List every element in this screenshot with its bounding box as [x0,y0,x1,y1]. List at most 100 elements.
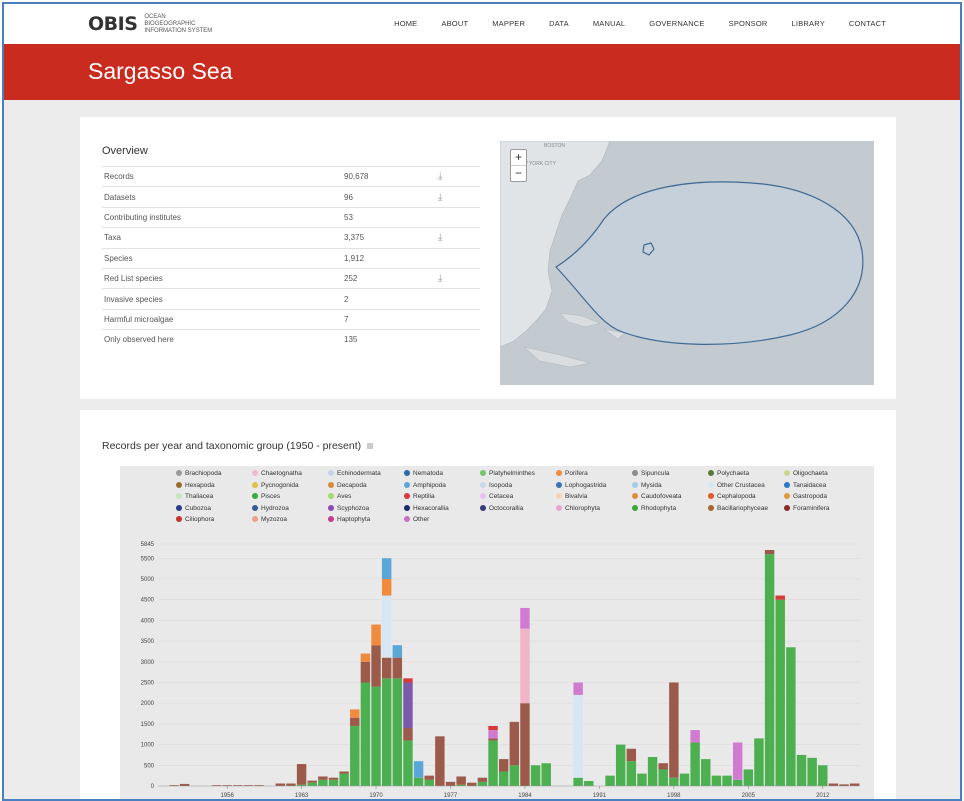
empty-cell [436,329,480,350]
legend-label: Reptilia [413,493,435,500]
legend-item[interactable]: Decapoda [328,481,367,489]
legend-item[interactable]: Rhodophyta [632,504,677,512]
legend-label: Decapoda [337,481,367,489]
legend-item[interactable]: Octocorallia [480,504,523,512]
nav-library[interactable]: LIBRARY [792,19,825,28]
legend-item[interactable]: Amphipoda [404,481,446,489]
legend-item[interactable]: Other Crustacea [708,481,765,489]
nav-about[interactable]: ABOUT [441,19,468,28]
nav-data[interactable]: DATA [549,19,569,28]
legend-item[interactable]: Foraminifera [784,504,829,512]
legend-item[interactable]: Bacillariophyceae [708,504,768,512]
obis-logo[interactable]: OBIS Ocean Biogeographic Information Sys… [88,13,214,35]
legend-item[interactable]: Tanaidacea [784,481,826,489]
legend-item[interactable]: Bivalvia [556,493,587,500]
legend-item[interactable]: Porifera [556,470,588,477]
map-canvas[interactable] [500,141,874,385]
legend-item[interactable]: Reptilia [404,493,435,500]
download-icon[interactable]: ⤓ [436,227,480,249]
chart-menu-icon[interactable] [367,443,374,450]
legend-label: Cephalopoda [717,493,756,500]
legend-label: Rhodophyta [641,504,677,512]
legend-item[interactable]: Platyhelminthes [480,470,535,477]
y-tick-label: 1000 [141,743,155,749]
y-tick-label: 5000 [141,577,155,583]
legend-item[interactable]: Pycnogonida [252,481,299,489]
bar-segment [296,764,307,785]
legend-item[interactable]: Caudofoveata [632,493,681,500]
y-tick-label: 5500 [141,556,155,562]
bar-segment [275,783,286,786]
legend-swatch [328,493,334,499]
zoom-out-button[interactable]: − [511,166,526,181]
bar-segment [339,773,349,786]
legend-item[interactable]: Hexapoda [176,481,215,489]
chart-title: Records per year and taxonomic group (19… [102,440,362,452]
legend-item[interactable]: Nematoda [404,470,443,477]
legend-item[interactable]: Pisces [252,493,280,500]
legend-item[interactable]: Echinodermata [328,470,381,477]
legend-swatch [632,504,638,511]
nav-governance[interactable]: GOVERNANCE [649,19,704,28]
download-icon[interactable]: ⤓ [436,267,480,289]
legend-item[interactable]: Chlorophyta [556,504,600,512]
legend-item[interactable]: Chaetognatha [252,470,302,477]
bar-segment [371,624,381,646]
legend-item[interactable]: Aves [328,493,351,500]
legend-item[interactable]: Brachiopoda [176,470,222,477]
nav-sponsor[interactable]: SPONSOR [729,19,768,28]
download-icon[interactable]: ⤓ [436,165,480,187]
y-tick-label: 3500 [141,639,155,645]
legend-item[interactable]: Cephalopoda [708,493,756,500]
bar-segment [413,761,424,778]
y-tick-label: 500 [144,763,155,769]
nav-home[interactable]: HOME [394,19,417,28]
region-map[interactable]: BOSTON NEW YORK CITY + − [500,141,874,385]
legend-item[interactable]: Thaliacea [176,493,213,500]
legend-item[interactable]: Lophogastrida [556,481,606,489]
legend-item[interactable]: Ciliophora [176,516,214,523]
y-tick-label: 2000 [141,701,155,707]
legend-label: Pisces [261,493,281,500]
bar-segment [360,661,371,683]
bar-segment [711,775,722,786]
legend-item[interactable]: Sipuncula [632,470,670,477]
bar-segment [520,703,530,786]
nav-contact[interactable]: CONTACT [849,19,886,28]
overview-value: 53 [342,206,436,228]
legend-item[interactable]: Gastropoda [784,493,827,500]
bar-segment [764,554,775,786]
nav-manual[interactable]: MANUAL [593,19,625,28]
bar-segment [828,783,839,786]
overview-label: Records [102,165,342,187]
zoom-in-button[interactable]: + [511,150,526,166]
overview-label: Taxa [102,227,342,249]
legend-item[interactable]: Scyphozoa [328,504,369,512]
y-tick-label: 2500 [141,680,155,686]
legend-item[interactable]: Haptophyta [328,516,370,523]
bar-segment [722,775,732,786]
legend-item[interactable]: Myzozoa [252,516,287,523]
overview-value: 96 [342,186,436,208]
legend-item[interactable]: Cubozoa [176,504,211,512]
legend-item[interactable]: Other [404,516,429,523]
legend-item[interactable]: Oligochaeta [784,470,828,477]
legend-swatch [404,470,410,476]
legend-swatch [328,504,334,511]
nav-mapper[interactable]: MAPPER [492,19,525,28]
bar-segment [732,779,743,786]
x-tick-label: 1956 [220,793,234,799]
legend-item[interactable]: Cetacea [480,493,513,500]
bar-segment [488,740,498,786]
legend-item[interactable]: Polychaeta [708,470,749,477]
download-icon[interactable]: ⤓ [436,186,480,208]
legend-item[interactable]: Hexacorallia [404,504,449,512]
legend-item[interactable]: Isopoda [480,481,512,489]
bar-segment [573,777,583,786]
legend-item[interactable]: Hydrozoa [252,504,289,512]
overview-label: Contributing institutes [102,206,342,228]
legend-item[interactable]: Mysida [632,481,662,489]
bar-segment [754,738,764,786]
overview-row: Invasive species 2 [102,288,480,310]
bar-segment [701,759,711,786]
